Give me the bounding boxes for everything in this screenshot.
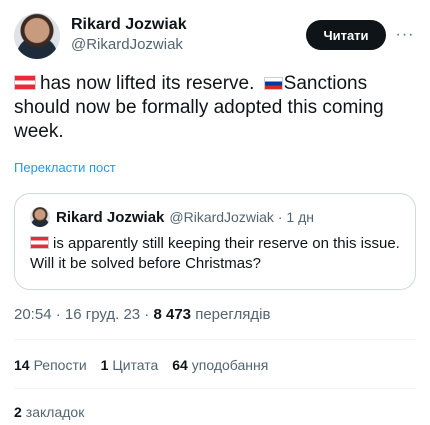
views-count: 8 473 [153, 306, 192, 323]
quoted-text-body: is apparently still keeping their reserv… [30, 235, 400, 272]
follow-button[interactable]: Читати [306, 20, 386, 50]
tweet-text-part1: has now lifted its reserve. [40, 73, 255, 94]
avatar[interactable] [14, 13, 60, 59]
quoted-text: is apparently still keeping their reserv… [30, 234, 403, 274]
author-names[interactable]: Rikard Jozwiak @RikardJozwiak [71, 15, 187, 55]
tweet-meta: 20:54 · 16 груд. 23 · 8 473 переглядів [14, 306, 270, 323]
reposts-count: 14 [14, 357, 30, 373]
bookmarks-label: закладок [25, 404, 85, 420]
author-display-name[interactable]: Rikard Jozwiak [71, 15, 187, 35]
quoted-time: · 1 дн [277, 209, 314, 225]
engagement-stats: 14 Репости 1 Цитата 64 уподобання [14, 357, 278, 373]
bookmarks-count: 2 [14, 404, 22, 420]
bookmarks-stat[interactable]: 2 закладок [14, 404, 84, 420]
views-label: переглядів [195, 306, 271, 323]
austria-flag-icon [14, 75, 36, 90]
tweet-text: has now lifted its reserve. Sanctions sh… [14, 72, 416, 144]
translate-post-link[interactable]: Перекласти пост [14, 160, 116, 175]
tweet-header: Rikard Jozwiak @RikardJozwiak Читати ··· [14, 13, 420, 61]
quoted-handle: @RikardJozwiak [169, 209, 274, 225]
quoted-tweet-header: Rikard Jozwiak @RikardJozwiak · 1 дн [30, 207, 405, 227]
author-handle[interactable]: @RikardJozwiak [71, 35, 187, 55]
reposts-label: Репости [33, 357, 87, 373]
likes-label: уподобання [191, 357, 269, 373]
likes-count: 64 [172, 357, 188, 373]
quoted-tweet[interactable]: Rikard Jozwiak @RikardJozwiak · 1 дн is … [14, 193, 416, 290]
austria-flag-icon [30, 236, 49, 249]
quoted-avatar [30, 207, 50, 227]
russia-flag-icon [263, 77, 283, 90]
more-options-icon[interactable]: ··· [394, 25, 416, 45]
divider [14, 339, 416, 340]
reposts-stat[interactable]: 14 Репости [14, 357, 87, 373]
likes-stat[interactable]: 64 уподобання [172, 357, 268, 373]
quotes-count: 1 [100, 357, 109, 373]
divider [14, 388, 416, 389]
quotes-label: Цитата [112, 357, 159, 373]
quotes-stat[interactable]: 1 Цитата [101, 357, 159, 373]
quoted-display-name: Rikard Jozwiak [56, 208, 165, 226]
tweet-timestamp[interactable]: 20:54 · 16 груд. 23 · [14, 306, 149, 323]
